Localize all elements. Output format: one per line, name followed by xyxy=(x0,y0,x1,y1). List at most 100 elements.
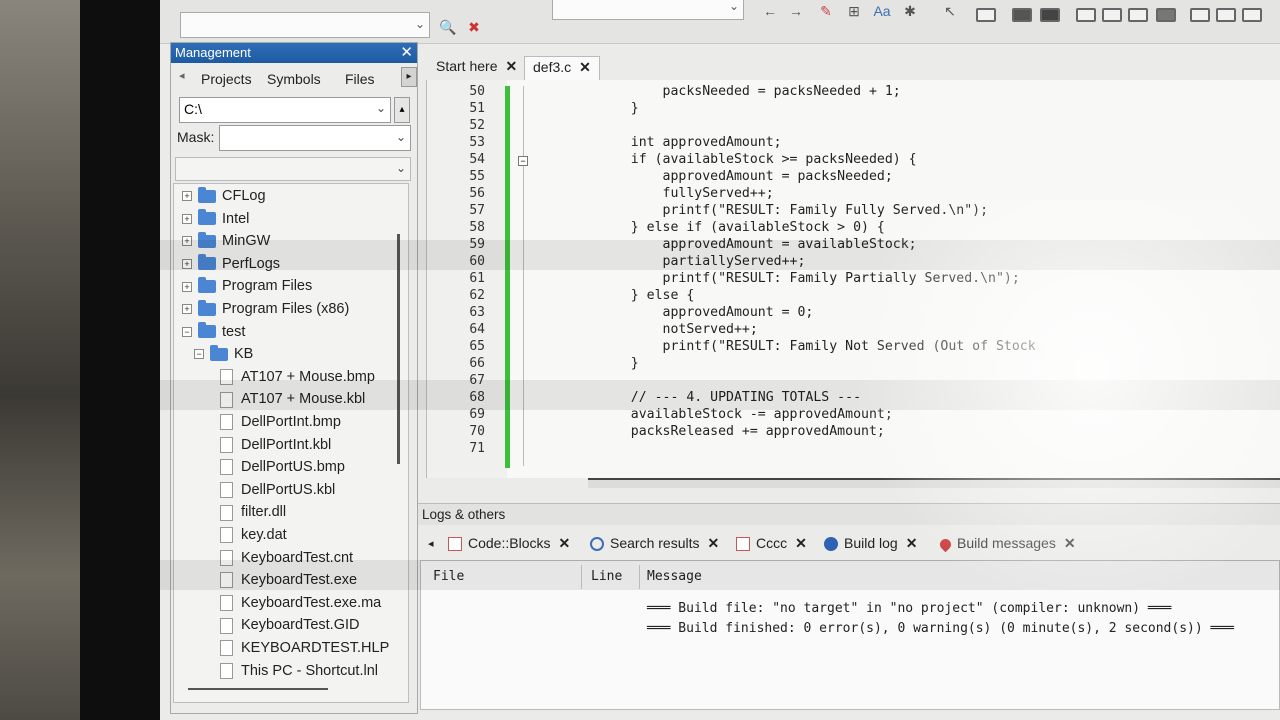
fold-collapse-icon[interactable]: − xyxy=(518,156,528,166)
back-arrow-icon[interactable]: ← xyxy=(760,2,780,20)
close-icon[interactable]: ✕ xyxy=(558,535,570,551)
close-icon[interactable]: ✕ xyxy=(400,43,413,63)
code-line[interactable]: } xyxy=(599,101,639,116)
tree-file[interactable]: KeyboardTest.GID xyxy=(220,617,359,637)
search-icon[interactable]: 🔍 xyxy=(438,18,458,36)
expand-icon[interactable]: + xyxy=(182,258,192,269)
layout-icon[interactable] xyxy=(1128,8,1148,22)
expand-icon[interactable]: + xyxy=(182,191,192,202)
scroll-up-icon[interactable]: ▴ xyxy=(394,97,410,123)
code-line[interactable]: packsNeeded = packsNeeded + 1; xyxy=(599,84,901,99)
bookmark-icon[interactable]: ⊞ xyxy=(844,2,864,20)
tab-build-log[interactable]: Build log ✕ xyxy=(818,532,923,558)
code-line[interactable]: } else if (availableStock > 0) { xyxy=(599,220,885,235)
code-line[interactable]: approvedAmount = availableStock; xyxy=(599,237,917,252)
close-icon[interactable]: ✕ xyxy=(1064,535,1076,551)
symbol-combo[interactable]: ⌄ xyxy=(552,0,744,20)
tab-start-here[interactable]: Start here ✕ xyxy=(428,56,525,80)
filter-combo[interactable]: ⌄ xyxy=(175,157,411,181)
tree-file[interactable]: key.dat xyxy=(220,527,287,547)
tab-files[interactable]: Files xyxy=(345,71,375,87)
expand-icon[interactable]: + xyxy=(182,213,192,224)
pencil-icon[interactable]: ✎ xyxy=(816,2,836,20)
tree-folder[interactable]: − KB xyxy=(194,344,253,366)
sparkle-icon[interactable]: ✱ xyxy=(900,2,920,20)
tree-folder[interactable]: + CFLog xyxy=(182,186,266,208)
code-line[interactable]: // --- 4. UPDATING TOTALS --- xyxy=(599,390,861,405)
tree-file[interactable]: DellPortUS.bmp xyxy=(220,459,345,479)
tree-file[interactable]: KeyboardTest.exe.ma xyxy=(220,595,381,615)
column-header-line[interactable]: Line xyxy=(591,569,622,584)
tab-cccc[interactable]: Cccc ✕ xyxy=(730,532,813,558)
tab-scroll-right-icon[interactable]: ▸ xyxy=(401,67,417,87)
close-icon[interactable]: ✕ xyxy=(579,59,591,75)
tree-file[interactable]: DellPortUS.kbl xyxy=(220,482,335,502)
code-line[interactable]: availableStock -= approvedAmount; xyxy=(599,407,893,422)
column-header-file[interactable]: File xyxy=(433,569,464,584)
code-line[interactable]: approvedAmount = packsNeeded; xyxy=(599,169,893,184)
code-line[interactable]: notServed++; xyxy=(599,322,758,337)
mask-input[interactable]: ⌄ xyxy=(219,125,411,151)
code-line[interactable]: packsReleased += approvedAmount; xyxy=(599,424,885,439)
tab-symbols[interactable]: Symbols xyxy=(267,71,321,87)
collapse-icon[interactable]: − xyxy=(194,349,204,360)
tree-file[interactable]: DellPortInt.bmp xyxy=(220,414,341,434)
path-combo[interactable]: C:\ ⌄ xyxy=(179,97,391,123)
code-line[interactable]: } xyxy=(599,356,639,371)
tree-file[interactable]: DellPortInt.kbl xyxy=(220,437,331,457)
close-icon[interactable]: ✕ xyxy=(707,535,719,551)
code-line[interactable]: int approvedAmount; xyxy=(599,135,782,150)
close-icon[interactable]: ✕ xyxy=(795,535,807,551)
tab-scroll-left-icon[interactable]: ◂ xyxy=(422,534,440,560)
wrench-icon[interactable]: ✖ xyxy=(464,18,484,36)
tree-file[interactable]: This PC - Shortcut.lnl xyxy=(220,663,378,683)
cursor-icon[interactable]: ↖ xyxy=(940,2,960,20)
layout-icon[interactable] xyxy=(1156,8,1176,22)
collapse-icon[interactable]: − xyxy=(182,326,192,337)
tab-def3-c[interactable]: def3.c ✕ xyxy=(524,56,600,80)
target-combo[interactable]: ⌄ xyxy=(180,12,430,38)
forward-arrow-icon[interactable]: → xyxy=(786,2,806,20)
code-line[interactable]: printf("RESULT: Family Not Served (Out o… xyxy=(599,339,1036,354)
tree-file[interactable]: AT107 + Mouse.kbl xyxy=(220,391,365,411)
log-message[interactable]: ═══ Build finished: 0 error(s), 0 warnin… xyxy=(647,621,1234,636)
tree-file[interactable]: KeyboardTest.exe xyxy=(220,572,357,592)
tree-file[interactable]: KeyboardTest.cnt xyxy=(220,550,353,570)
code-line[interactable]: if (availableStock >= packsNeeded) { xyxy=(599,152,917,167)
code-line[interactable]: } else { xyxy=(599,288,695,303)
tab-projects[interactable]: Projects xyxy=(201,71,252,87)
tree-folder[interactable]: + Intel xyxy=(182,209,249,231)
tree-folder[interactable]: + MinGW xyxy=(182,231,270,253)
layout-icon[interactable] xyxy=(1076,8,1096,22)
tree-horizontal-scrollbar[interactable] xyxy=(188,688,328,690)
close-icon[interactable]: ✕ xyxy=(906,535,918,551)
expand-icon[interactable]: + xyxy=(182,281,192,292)
column-divider[interactable] xyxy=(639,565,640,589)
code-editor[interactable]: − 50 packsNeeded = packsNeeded + 1; 51 } 5… xyxy=(426,80,1280,478)
code-line[interactable]: printf("RESULT: Family Fully Served.\n")… xyxy=(599,203,989,218)
close-icon[interactable]: ✕ xyxy=(505,58,517,74)
expand-icon[interactable]: + xyxy=(182,304,192,315)
tab-codeblocks[interactable]: Code::Blocks ✕ xyxy=(442,532,576,558)
expand-icon[interactable]: + xyxy=(182,236,192,247)
tree-file[interactable]: AT107 + Mouse.bmp xyxy=(220,369,375,389)
editor-horizontal-scrollbar[interactable] xyxy=(588,478,1280,488)
code-line[interactable]: approvedAmount = 0; xyxy=(599,305,814,320)
window-icon[interactable] xyxy=(1216,8,1236,22)
image-icon[interactable] xyxy=(1012,8,1032,22)
edit-box-icon[interactable] xyxy=(1040,8,1060,22)
window-icon[interactable] xyxy=(1190,8,1210,22)
tree-vertical-scrollbar[interactable] xyxy=(397,234,400,464)
window-icon[interactable] xyxy=(1242,8,1262,22)
font-icon[interactable]: Aa xyxy=(872,2,892,20)
code-line[interactable]: partiallyServed++; xyxy=(599,254,806,269)
tree-folder[interactable]: + Program Files xyxy=(182,277,312,298)
code-line[interactable]: fullyServed++; xyxy=(599,186,774,201)
tree-folder[interactable]: + Program Files (x86) xyxy=(182,299,349,321)
tree-folder[interactable]: − test xyxy=(182,322,245,344)
tree-file[interactable]: KEYBOARDTEST.HLP xyxy=(220,640,389,660)
code-line[interactable]: printf("RESULT: Family Partially Served.… xyxy=(599,271,1020,286)
column-header-message[interactable]: Message xyxy=(647,569,702,584)
tab-search-results[interactable]: Search results ✕ xyxy=(584,532,725,558)
tab-build-messages[interactable]: Build messages ✕ xyxy=(934,532,1082,558)
